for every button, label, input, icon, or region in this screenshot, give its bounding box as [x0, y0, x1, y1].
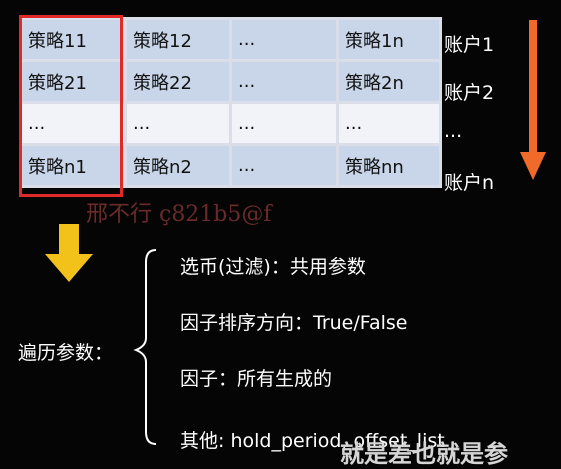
grid-cell: 策略2n [336, 59, 442, 104]
grid-cell: 策略21 [19, 59, 127, 104]
traverse-params-label: 遍历参数： [18, 342, 114, 364]
grid-cell: 策略11 [19, 17, 127, 62]
grid-cell: ... [229, 101, 339, 146]
yellow-down-arrow-icon [45, 224, 93, 282]
grid-cell: 策略n1 [19, 143, 127, 188]
grid-cell: 策略22 [124, 59, 232, 104]
strategy-grid: 策略11 策略12 ... 策略1n 策略21 策略22 ... 策略2n ..… [19, 17, 442, 188]
down-arrow-icon [520, 20, 546, 180]
account-label-4: 账户n [444, 172, 495, 194]
grid-row-2: 策略21 策略22 ... 策略2n [19, 59, 442, 104]
grid-cell: 策略12 [124, 17, 232, 62]
grid-row-4: 策略n1 策略n2 ... 策略nn [19, 143, 442, 188]
param-item: 因子：所有生成的 [180, 368, 333, 390]
grid-cell: 策略n2 [124, 143, 232, 188]
param-item: 选币(过滤)：共用参数 [180, 256, 366, 278]
grid-cell: ... [19, 101, 127, 146]
grid-cell: 策略1n [336, 17, 442, 62]
subtitle-caption: 就是差也就是参 [340, 440, 508, 468]
grid-cell: ... [229, 59, 339, 104]
grid-cell: ... [229, 143, 339, 188]
grid-cell: ... [124, 101, 232, 146]
grid-cell: ... [336, 101, 442, 146]
grid-row-3: ... ... ... ... [19, 101, 442, 146]
grid-cell: 策略nn [336, 143, 442, 188]
watermark: 邢不行 ç821b5@f [86, 202, 272, 227]
account-label-3: ... [444, 120, 463, 142]
param-item: 因子排序方向：True/False [180, 312, 408, 334]
account-label-2: 账户2 [444, 82, 495, 104]
grid-cell: ... [229, 17, 339, 62]
grid-row-1: 策略11 策略12 ... 策略1n [19, 17, 442, 62]
brace-icon [133, 249, 157, 445]
account-label-1: 账户1 [444, 34, 495, 56]
